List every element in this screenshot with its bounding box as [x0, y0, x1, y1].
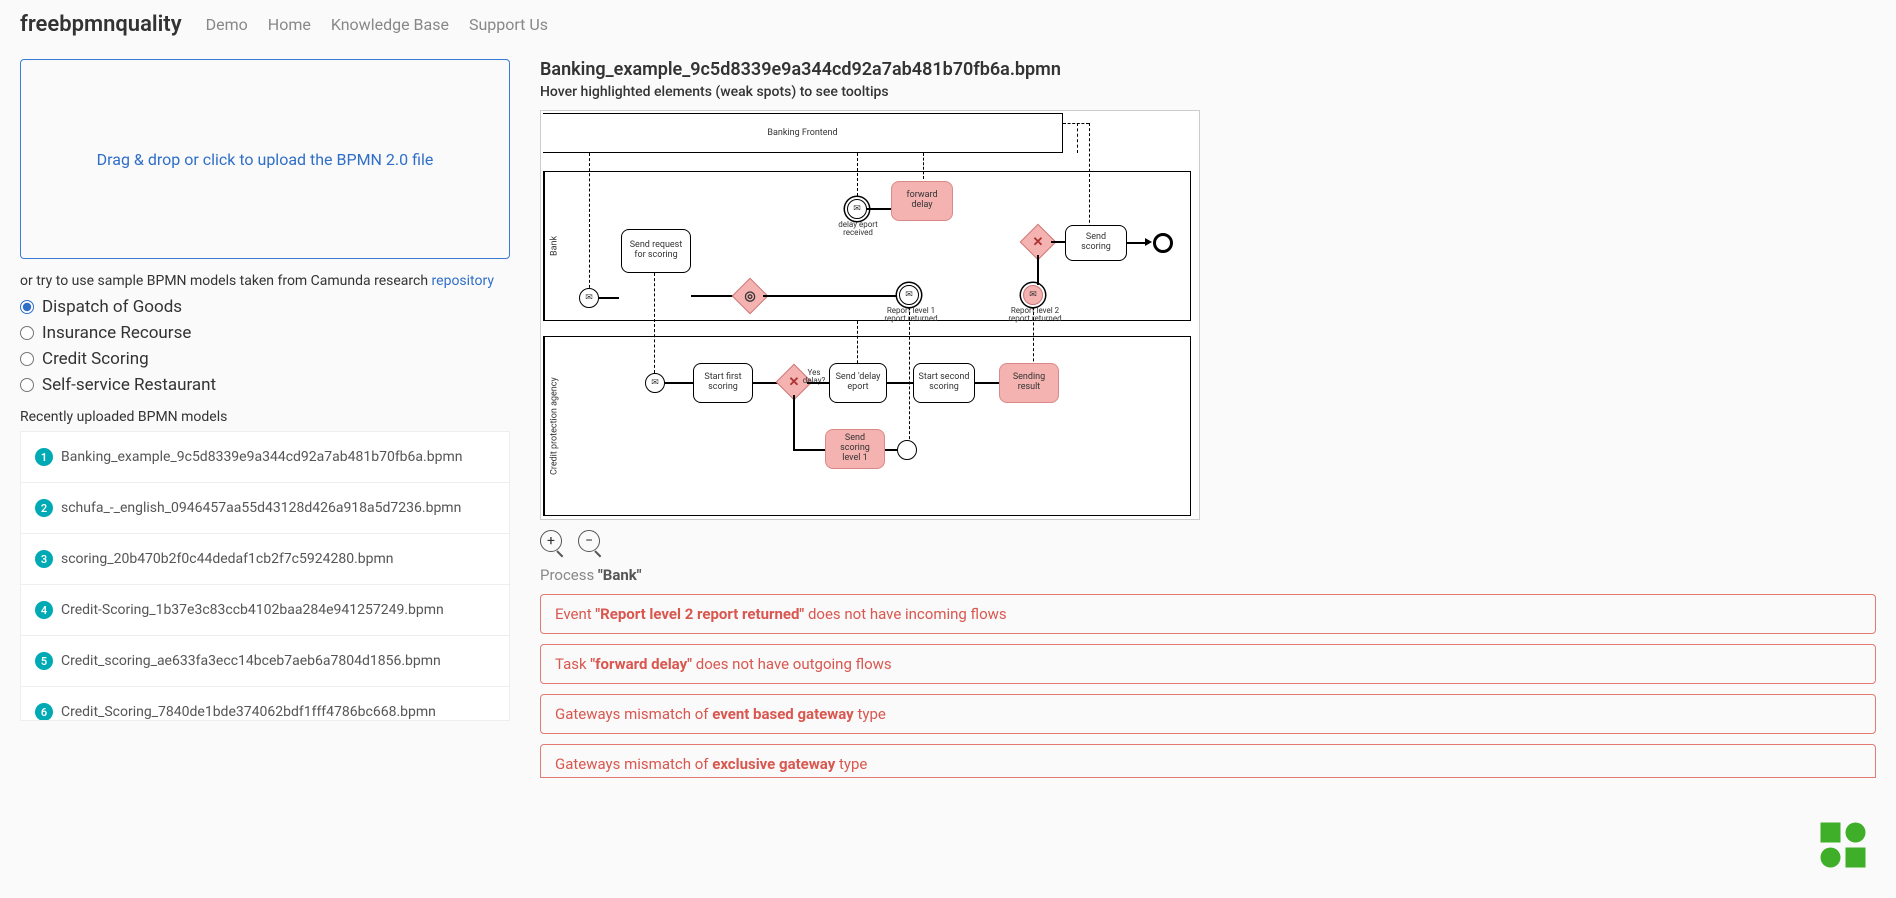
recent-item[interactable]: 3scoring_20b470b2f0c44dedaf1cb2f7c592428…	[21, 534, 509, 585]
zoom-controls: + −	[540, 530, 1876, 552]
task-send-request: Send request for scoring	[621, 229, 691, 273]
task-start-first: Start first scoring	[693, 363, 753, 403]
recent-item[interactable]: 6Credit_Scoring_7840de1bde374062bdf1fff4…	[21, 687, 509, 721]
label-report-l2: Report level 2 report returned	[1007, 307, 1063, 323]
start-event-icon: ✉	[579, 288, 599, 308]
issue-item: Gateways mismatch of exclusive gateway t…	[540, 744, 1876, 778]
label-delay-received: delay eport received	[835, 221, 881, 237]
recent-badge: 1	[35, 448, 53, 466]
task-send-scoring-l1: Send scoring level 1	[825, 429, 885, 469]
nav-demo[interactable]: Demo	[206, 15, 248, 34]
event-report-l1-icon: ✉	[899, 285, 919, 305]
recent-badge: 3	[35, 550, 53, 568]
recent-badge: 6	[35, 703, 53, 721]
recent-badge: 2	[35, 499, 53, 517]
recent-item[interactable]: 5Credit_scoring_ae633fa3ecc14bceb7aeb6a7…	[21, 636, 509, 687]
sample-restaurant[interactable]: Self-service Restaurant	[20, 375, 510, 395]
task-send-scoring: Send scoring	[1065, 225, 1127, 261]
recent-item[interactable]: 4Credit-Scoring_1b37e3c83ccb4102baa284e9…	[21, 585, 509, 636]
issue-item: Gateways mismatch of event based gateway…	[540, 694, 1876, 734]
nav-home[interactable]: Home	[268, 15, 311, 34]
brand: freebpmnquality	[20, 12, 182, 37]
sample-insurance[interactable]: Insurance Recourse	[20, 323, 510, 343]
recent-badge: 4	[35, 601, 53, 619]
end-event-cpa-icon	[897, 440, 917, 460]
start-event-cpa-icon: ✉	[645, 373, 665, 393]
process-heading: Process "Bank"	[540, 566, 1876, 584]
recent-list[interactable]: 1Banking_example_9c5d8339e9a344cd92a7ab4…	[20, 431, 510, 721]
label-report-l1: Report level 1 report returned	[883, 307, 939, 323]
bpmn-diagram[interactable]: Banking Frontend Bank Credit protection …	[540, 110, 1200, 520]
zoom-out-button[interactable]: −	[578, 530, 600, 552]
issue-item: Task "forward delay" does not have outgo…	[540, 644, 1876, 684]
nav-kb[interactable]: Knowledge Base	[331, 15, 449, 34]
repository-link[interactable]: repository	[432, 273, 494, 289]
samples-intro: or try to use sample BPMN models taken f…	[20, 273, 510, 289]
task-forward-delay: forward delay	[891, 181, 953, 221]
sample-dispatch[interactable]: Dispatch of Goods	[20, 297, 510, 317]
task-send-delay: Send 'delay eport	[829, 363, 887, 403]
sample-credit[interactable]: Credit Scoring	[20, 349, 510, 369]
file-title: Banking_example_9c5d8339e9a344cd92a7ab48…	[540, 59, 1876, 80]
pool-cpa-label: Credit protection agency	[544, 337, 564, 515]
fab-icon[interactable]	[1818, 820, 1868, 870]
topbar: freebpmnquality Demo Home Knowledge Base…	[0, 0, 1896, 49]
recent-heading: Recently uploaded BPMN models	[20, 409, 510, 425]
nav-support[interactable]: Support Us	[469, 15, 548, 34]
pool-frontend: Banking Frontend	[543, 113, 1063, 153]
event-report-l2-icon: ✉	[1023, 285, 1043, 305]
event-delay-received-icon: ✉	[847, 199, 867, 219]
upload-dropzone[interactable]: Drag & drop or click to upload the BPMN …	[20, 59, 510, 259]
recent-badge: 5	[35, 652, 53, 670]
recent-item[interactable]: 2schufa_-_english_0946457aa55d43128d426a…	[21, 483, 509, 534]
issue-item: Event "Report level 2 report returned" d…	[540, 594, 1876, 634]
pool-bank-label: Bank	[544, 172, 564, 320]
hover-hint: Hover highlighted elements (weak spots) …	[540, 84, 1876, 100]
recent-item[interactable]: 1Banking_example_9c5d8339e9a344cd92a7ab4…	[21, 432, 509, 483]
task-sending-result: Sending result	[999, 363, 1059, 403]
nav: Demo Home Knowledge Base Support Us	[206, 15, 548, 34]
samples-intro-text: or try to use sample BPMN models taken f…	[20, 273, 432, 289]
task-start-second: Start second scoring	[913, 363, 975, 403]
zoom-in-button[interactable]: +	[540, 530, 562, 552]
pool-frontend-label: Banking Frontend	[543, 114, 1062, 152]
end-event-icon	[1153, 233, 1173, 253]
